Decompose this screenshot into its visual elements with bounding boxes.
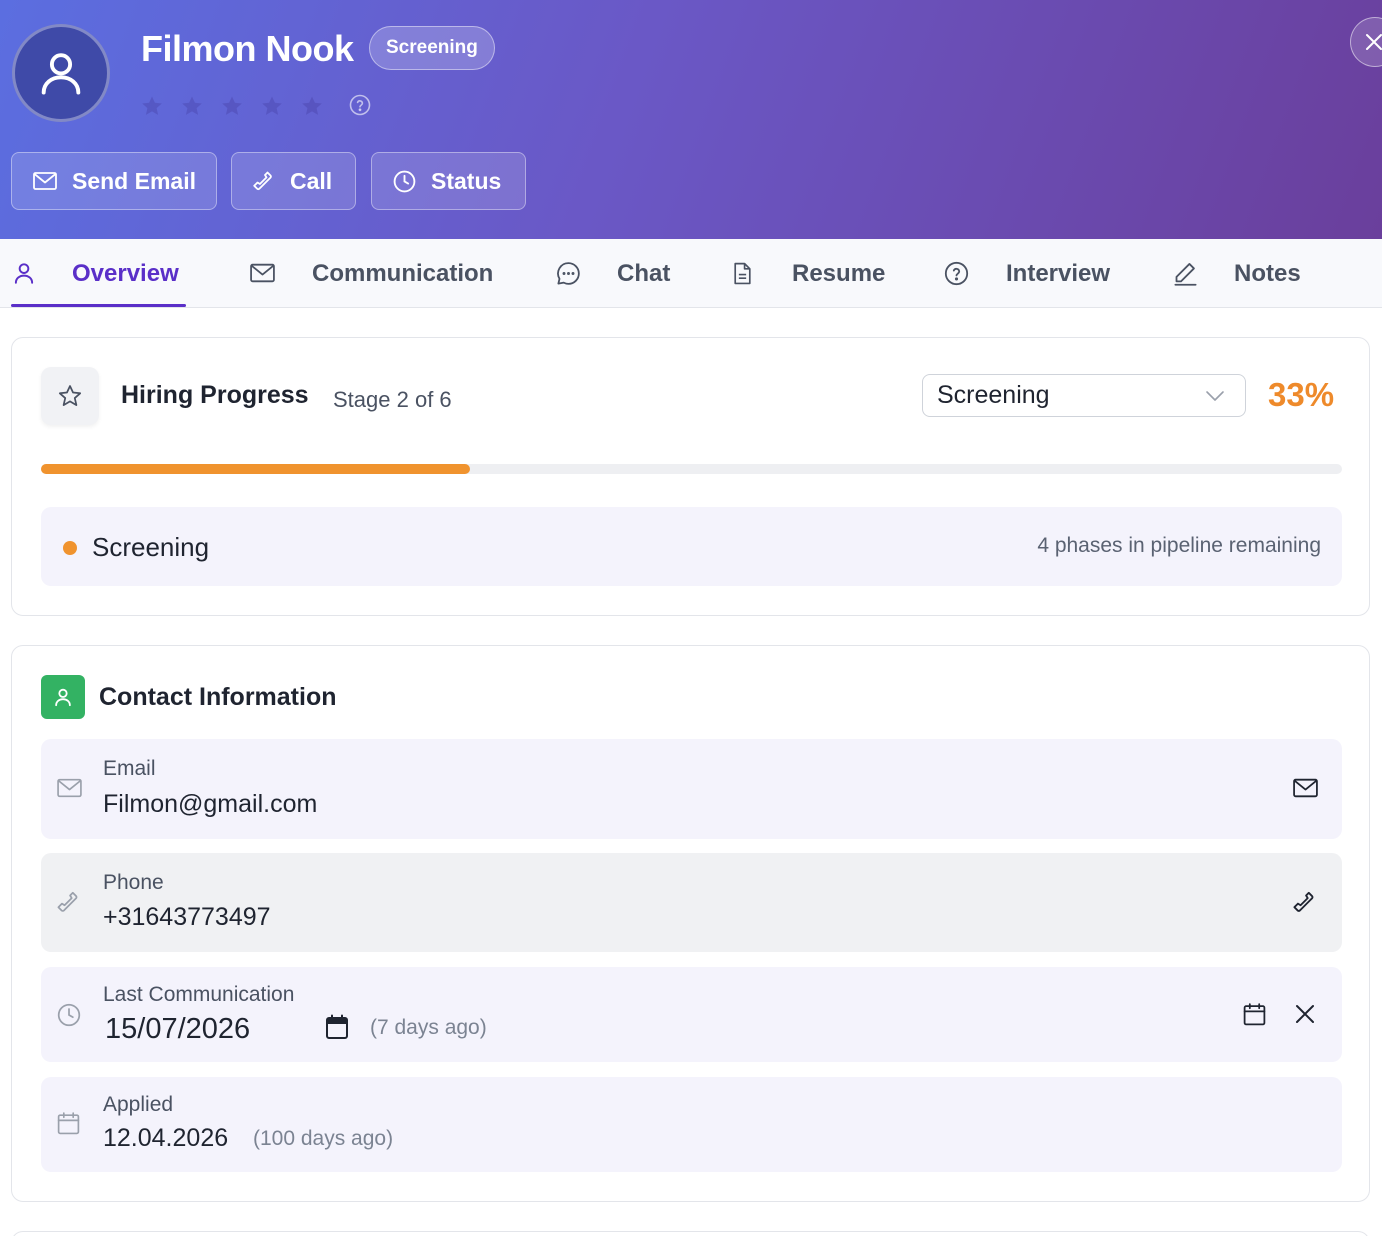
email-value: Filmon@gmail.com: [103, 790, 318, 818]
phone-icon: [57, 891, 78, 912]
progress-bar: [41, 464, 1342, 474]
star-icon[interactable]: [180, 94, 204, 118]
star-icon[interactable]: [300, 94, 324, 118]
contact-icon-box: [41, 675, 85, 719]
stage-select-value: Screening: [937, 381, 1050, 409]
candidate-name: Filmon Nook: [141, 28, 354, 69]
email-field: Email Filmon@gmail.com: [41, 739, 1342, 839]
progress-bar-fill: [41, 464, 471, 474]
call-button[interactable]: Call: [231, 152, 356, 210]
user-icon: [14, 263, 34, 284]
clock-icon: [393, 170, 416, 192]
applied-label: Applied: [103, 1093, 174, 1116]
mail-icon: [250, 263, 275, 283]
star-rating[interactable]: [140, 94, 324, 118]
user-icon: [41, 53, 81, 95]
calendar-icon[interactable]: [325, 1014, 349, 1040]
calendar-icon: [57, 1112, 80, 1135]
help-circle-icon[interactable]: [348, 93, 372, 117]
clock-icon: [57, 1003, 81, 1027]
star-icon: [58, 385, 82, 406]
current-phase-box: Screening 4 phases in pipeline remaining: [41, 507, 1342, 586]
next-section-card: [11, 1231, 1370, 1236]
current-phase-name: Screening: [92, 532, 210, 562]
phone-icon[interactable]: [1292, 889, 1318, 915]
hiring-progress-title: Hiring Progress: [121, 381, 309, 409]
phone-value: +31643773497: [103, 903, 271, 931]
send-email-button[interactable]: Send Email: [11, 152, 217, 210]
mail-icon: [57, 778, 82, 798]
avatar: [12, 24, 110, 122]
applied-field: Applied 12.04.2026 (100 days ago): [41, 1077, 1342, 1172]
phases-remaining: 4 phases in pipeline remaining: [1037, 534, 1321, 557]
tab-bar: Overview Communication Chat Resume Inter…: [0, 239, 1382, 308]
document-icon: [734, 262, 751, 285]
close-button[interactable]: [1350, 17, 1382, 67]
active-tab-indicator: [11, 304, 186, 307]
last-communication-relative: (7 days ago): [370, 1016, 487, 1039]
call-label: Call: [290, 167, 333, 194]
chevron-down-icon: [1206, 391, 1224, 401]
hiring-progress-card: Hiring Progress Stage 2 of 6 Screening 3…: [11, 337, 1370, 616]
tab-label: Resume: [792, 259, 886, 287]
mail-icon: [33, 172, 57, 190]
tab-label: Chat: [617, 259, 671, 287]
progress-percent: 33%: [1268, 376, 1335, 413]
close-icon: [1366, 34, 1382, 50]
user-icon: [55, 688, 71, 707]
send-email-label: Send Email: [72, 167, 196, 194]
phone-field: Phone +31643773497: [41, 853, 1342, 952]
last-communication-date-input[interactable]: 15/07/2026: [105, 1013, 250, 1046]
hiring-progress-icon-box: [41, 367, 99, 425]
status-label: Status: [431, 167, 502, 194]
status-button[interactable]: Status: [371, 152, 526, 210]
chat-icon: [557, 262, 580, 285]
phone-icon: [253, 171, 272, 191]
tab-label: Communication: [312, 259, 494, 287]
star-icon[interactable]: [260, 94, 284, 118]
tab-label: Notes: [1234, 259, 1301, 287]
stage-select[interactable]: Screening: [922, 374, 1246, 417]
last-communication-label: Last Communication: [103, 983, 295, 1006]
mail-icon[interactable]: [1292, 776, 1319, 800]
phase-status-dot: [63, 541, 77, 555]
email-label: Email: [103, 757, 156, 780]
candidate-header: Filmon Nook Screening Send Email Call St…: [0, 0, 1382, 239]
calendar-icon[interactable]: [1242, 1002, 1267, 1027]
star-icon[interactable]: [220, 94, 244, 118]
contact-information-title: Contact Information: [99, 683, 337, 711]
tab-label: Overview: [72, 259, 179, 287]
last-communication-field: Last Communication 15/07/2026 (7 days ag…: [41, 967, 1342, 1062]
star-icon[interactable]: [140, 94, 164, 118]
phone-label: Phone: [103, 871, 164, 894]
pencil-icon: [1174, 263, 1197, 286]
applied-relative: (100 days ago): [253, 1127, 394, 1150]
close-icon[interactable]: [1294, 1003, 1316, 1025]
help-circle-icon: [944, 261, 969, 286]
stage-counter: Stage 2 of 6: [333, 387, 452, 412]
status-badge: Screening: [369, 26, 495, 70]
contact-information-card: Contact Information Email Filmon@gmail.c…: [11, 645, 1370, 1202]
applied-date: 12.04.2026: [103, 1124, 229, 1152]
tab-label: Interview: [1006, 259, 1111, 287]
